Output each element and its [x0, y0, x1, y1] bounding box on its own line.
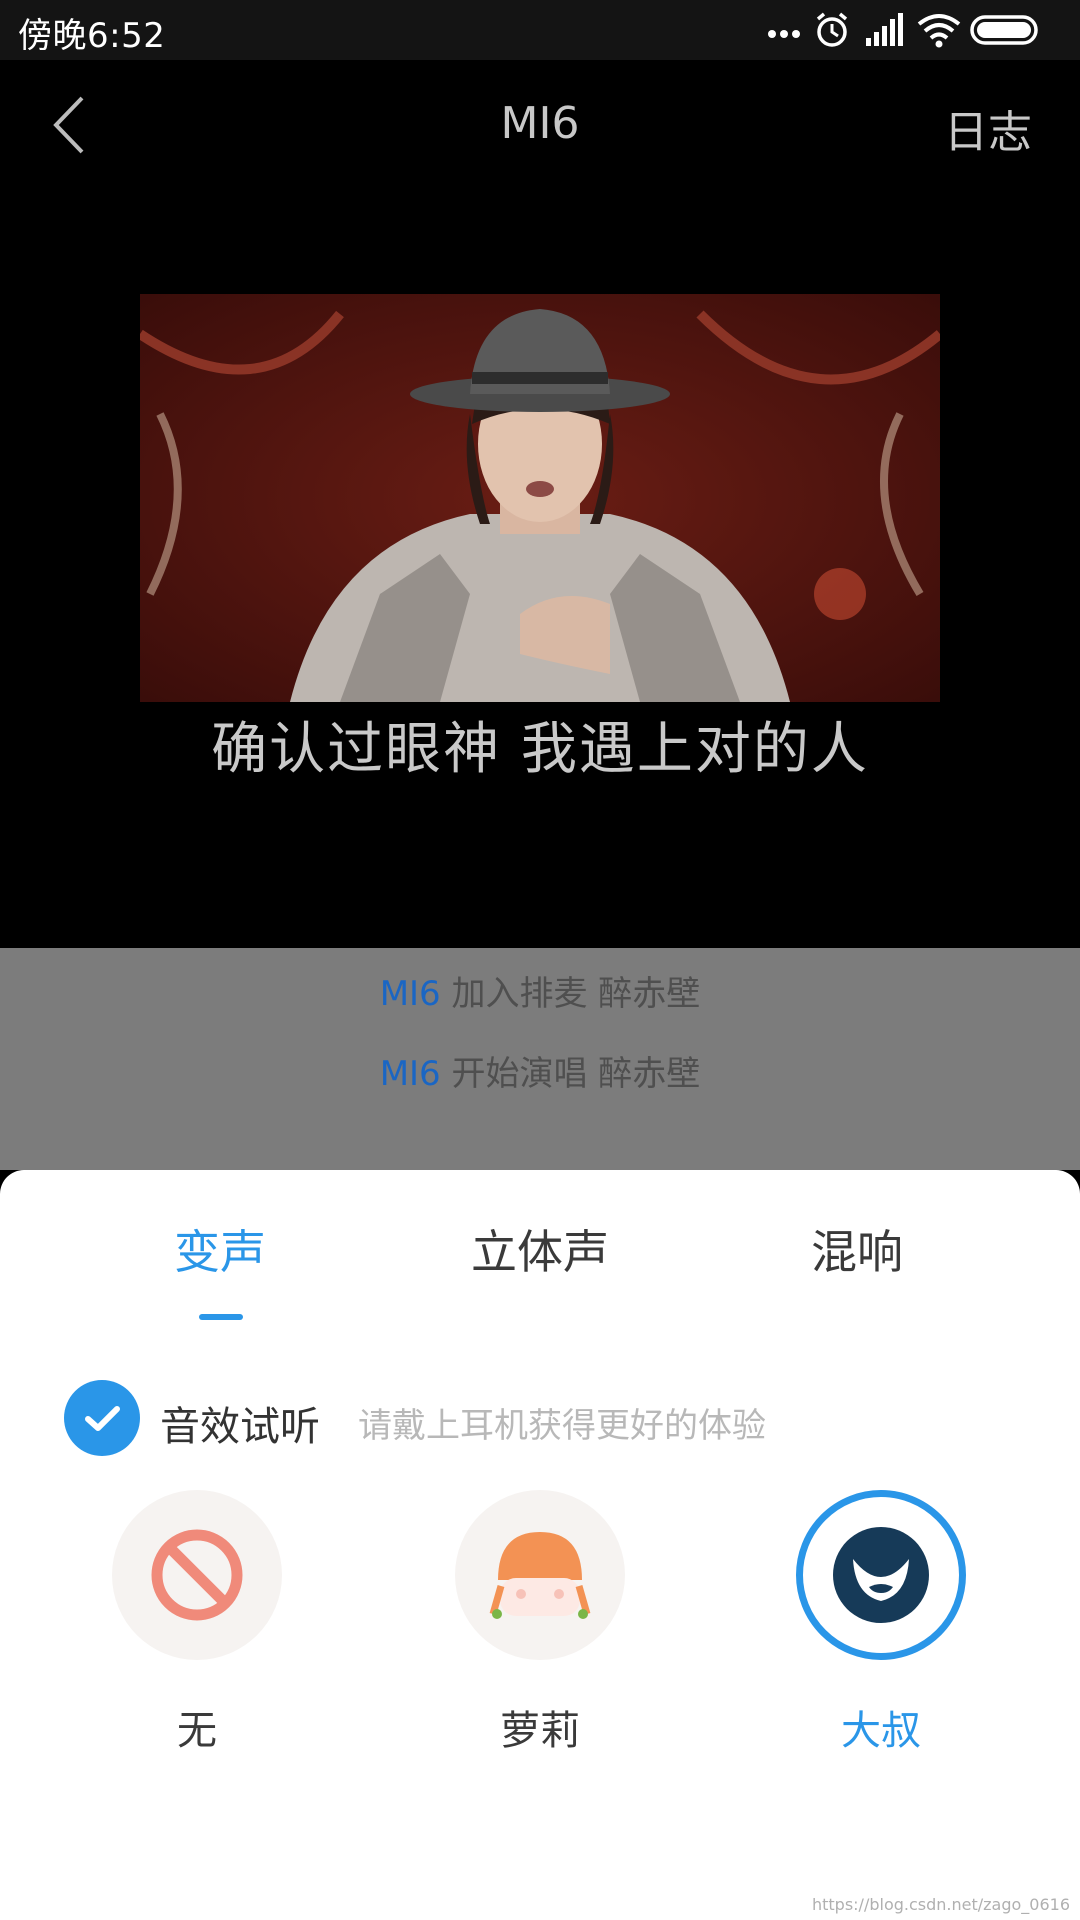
none-icon — [151, 1529, 243, 1621]
chat-username[interactable]: MI6 — [380, 974, 441, 1014]
effect-icon-circle-selected[interactable] — [796, 1490, 966, 1660]
chat-text: 加入排麦 醉赤壁 — [451, 974, 701, 1014]
battery-icon — [970, 15, 1038, 45]
chat-username[interactable]: MI6 — [380, 1054, 441, 1094]
preview-checkbox[interactable] — [64, 1380, 140, 1456]
sound-effect-sheet: 变声 立体声 混响 音效试听 请戴上耳机获得更好的体验 无 萝莉 大叔 http… — [0, 1170, 1080, 1920]
signal-icon — [866, 13, 903, 46]
tab-active-indicator — [199, 1314, 243, 1320]
video-player[interactable]: MI6 日志 确认过眼神 我遇上对的人 — [0, 60, 1080, 948]
video-still-image — [140, 294, 940, 702]
check-icon — [85, 1406, 120, 1431]
log-button[interactable]: 日志 — [944, 96, 1032, 160]
preview-hint: 请戴上耳机获得更好的体验 — [358, 1406, 766, 1446]
effect-label: 无 — [177, 1708, 217, 1754]
loli-girl-icon — [489, 1532, 591, 1619]
effect-icon-circle[interactable] — [112, 1490, 282, 1660]
page-title: MI6 — [500, 98, 580, 149]
effect-icon-circle[interactable] — [455, 1490, 625, 1660]
watermark: https://blog.csdn.net/zago_0616 — [811, 1895, 1070, 1914]
chat-text: 开始演唱 醉赤壁 — [451, 1054, 701, 1094]
preview-toggle-row[interactable]: 音效试听 请戴上耳机获得更好的体验 — [64, 1380, 824, 1456]
wifi-icon — [917, 14, 961, 48]
tab-stereo[interactable]: 立体声 — [380, 1216, 700, 1282]
status-time: 傍晚6:52 — [18, 16, 166, 56]
uncle-beard-icon — [833, 1527, 929, 1623]
status-bar: 傍晚6:52 — [0, 0, 1080, 60]
more-dots-icon — [768, 30, 800, 38]
preview-label: 音效试听 — [160, 1404, 320, 1450]
tab-voice-change[interactable]: 变声 — [60, 1216, 380, 1282]
status-icons — [766, 10, 1066, 50]
chat-feed: MI6 加入排麦 醉赤壁 MI6 开始演唱 醉赤壁 — [0, 948, 1080, 1170]
chat-message: MI6 开始演唱 醉赤壁 — [0, 1046, 1080, 1095]
tab-reverb[interactable]: 混响 — [697, 1216, 1017, 1282]
effect-label: 萝莉 — [500, 1708, 580, 1754]
video-frame — [140, 294, 940, 702]
lyric-subtitle: 确认过眼神 我遇上对的人 — [211, 717, 869, 782]
alarm-icon — [816, 12, 848, 47]
effect-label: 大叔 — [841, 1708, 921, 1754]
chat-message: MI6 加入排麦 醉赤壁 — [0, 966, 1080, 1015]
